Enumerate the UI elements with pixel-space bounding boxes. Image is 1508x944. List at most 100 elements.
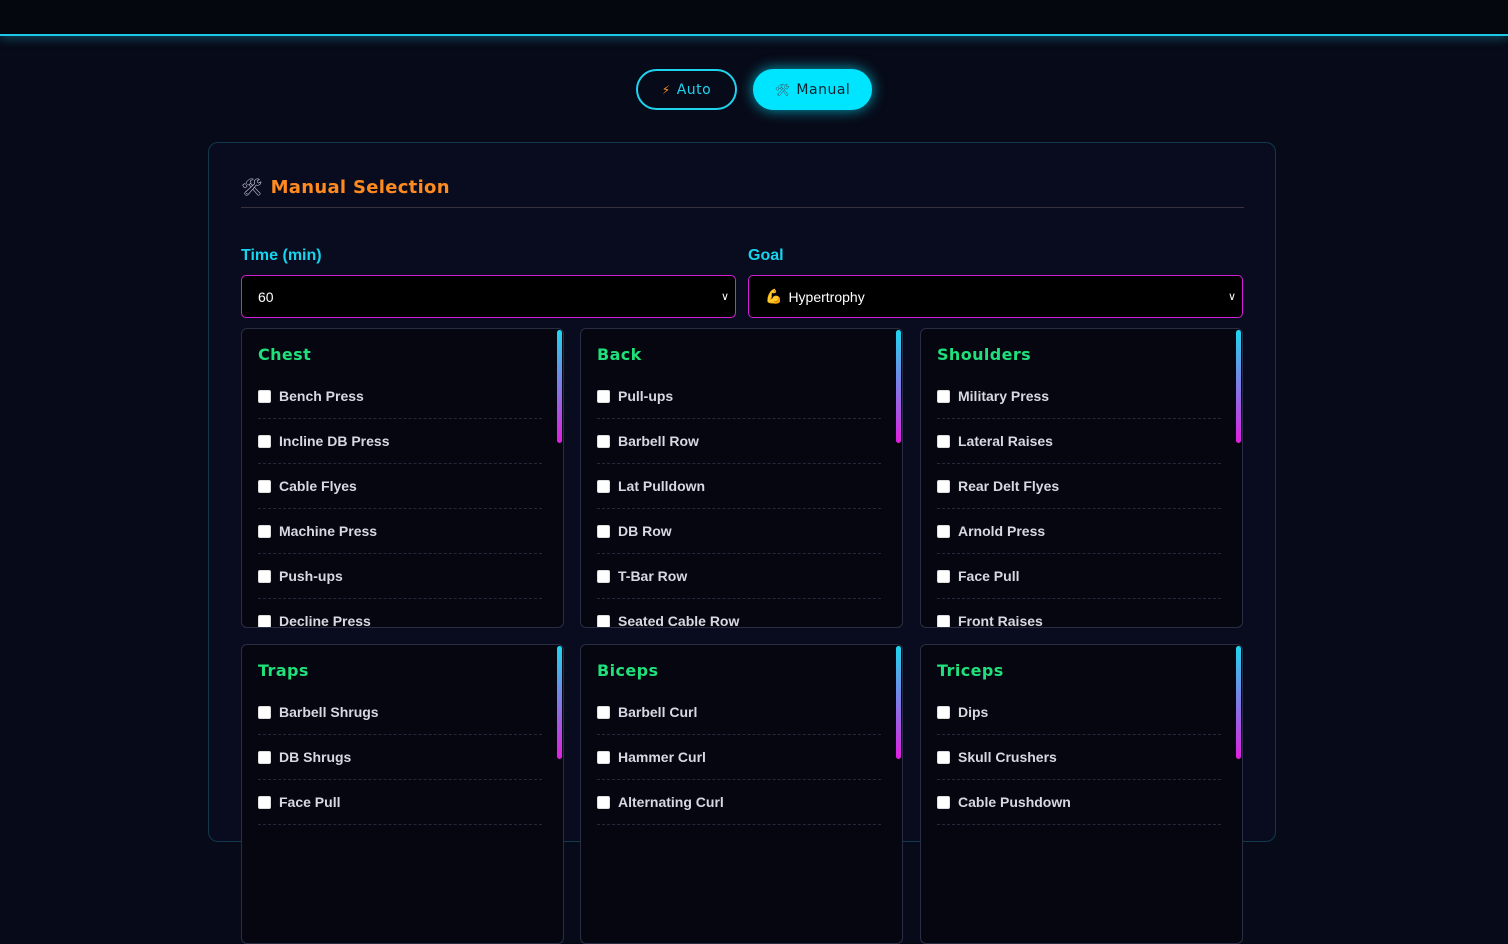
manual-mode-button[interactable]: 🛠 Manual	[753, 69, 872, 110]
exercise-label: Dips	[958, 704, 989, 720]
exercise-item[interactable]: DB Shrugs	[258, 735, 542, 780]
top-bar	[0, 0, 1508, 36]
muscle-group-title: Chest	[258, 345, 312, 364]
exercise-item[interactable]: Military Press	[937, 374, 1221, 419]
exercise-checkbox[interactable]	[258, 614, 271, 627]
scrollbar-thumb[interactable]	[557, 330, 562, 443]
exercise-checkbox[interactable]	[258, 434, 271, 448]
exercise-item[interactable]: Bench Press	[258, 374, 542, 419]
exercise-checkbox[interactable]	[597, 569, 610, 583]
exercise-item[interactable]: Skull Crushers	[937, 735, 1221, 780]
exercise-item[interactable]: Barbell Curl	[597, 690, 881, 735]
exercise-item[interactable]: T-Bar Row	[597, 554, 881, 599]
exercise-checkbox[interactable]	[258, 479, 271, 493]
exercise-checkbox[interactable]	[937, 524, 950, 538]
scrollbar-thumb[interactable]	[1236, 330, 1241, 443]
exercise-checkbox[interactable]	[937, 569, 950, 583]
exercise-checkbox[interactable]	[597, 750, 610, 764]
exercise-list: Dips Skull Crushers Cable Pushdown	[937, 690, 1221, 825]
exercise-list: Pull-ups Barbell Row Lat Pulldown DB Row T-B…	[597, 374, 881, 627]
scrollbar-thumb[interactable]	[896, 330, 901, 443]
exercise-checkbox[interactable]	[597, 705, 610, 719]
exercise-label: Barbell Curl	[618, 704, 698, 720]
exercise-list: Barbell Curl Hammer Curl Alternating Curl	[597, 690, 881, 825]
muscle-group-title: Back	[597, 345, 642, 364]
exercise-checkbox[interactable]	[258, 750, 271, 764]
exercise-label: Pull-ups	[618, 388, 674, 404]
goal-select-value: Hypertrophy	[788, 288, 865, 305]
exercise-checkbox[interactable]	[937, 389, 950, 403]
lightning-icon: ⚡	[661, 82, 671, 97]
exercise-item[interactable]: Dips	[937, 690, 1221, 735]
auto-mode-button[interactable]: ⚡ Auto	[636, 69, 737, 110]
exercise-label: Face Pull	[279, 794, 341, 810]
exercise-item[interactable]: Lat Pulldown	[597, 464, 881, 509]
exercise-checkbox[interactable]	[597, 389, 610, 403]
goal-select[interactable]: 💪 Hypertrophy ∨	[748, 275, 1243, 318]
muscle-group-card-4: Biceps Barbell Curl Hammer Curl Alternating…	[580, 644, 903, 944]
exercise-item[interactable]: Seated Cable Row	[597, 599, 881, 627]
tools-icon: 🛠	[241, 178, 263, 197]
exercise-checkbox[interactable]	[597, 524, 610, 538]
exercise-checkbox[interactable]	[937, 614, 950, 627]
exercise-checkbox[interactable]	[597, 434, 610, 448]
exercise-label: Military Press	[958, 388, 1050, 404]
exercise-item[interactable]: Pull-ups	[597, 374, 881, 419]
scrollbar-thumb[interactable]	[896, 646, 901, 759]
exercise-item[interactable]: Lateral Raises	[937, 419, 1221, 464]
exercise-label: DB Row	[618, 523, 672, 539]
panel-header: 🛠 Manual Selection	[241, 177, 1244, 208]
exercise-label: Lat Pulldown	[618, 478, 706, 494]
exercise-item[interactable]: Decline Press	[258, 599, 542, 627]
exercise-label: Rear Delt Flyes	[958, 478, 1060, 494]
exercise-item[interactable]: DB Row	[597, 509, 881, 554]
muscle-group-card-0: Chest Bench Press Incline DB Press Cable Fl…	[241, 328, 564, 628]
exercise-checkbox[interactable]	[258, 524, 271, 538]
exercise-checkbox[interactable]	[258, 389, 271, 403]
exercise-item[interactable]: Barbell Row	[597, 419, 881, 464]
exercise-item[interactable]: Machine Press	[258, 509, 542, 554]
exercise-label: Barbell Row	[618, 433, 699, 449]
scrollbar-thumb[interactable]	[1236, 646, 1241, 759]
exercise-checkbox[interactable]	[258, 795, 271, 809]
goal-label: Goal	[748, 247, 784, 264]
exercise-checkbox[interactable]	[937, 750, 950, 764]
exercise-checkbox[interactable]	[937, 479, 950, 493]
muscle-group-title: Shoulders	[937, 345, 1032, 364]
exercise-item[interactable]: Incline DB Press	[258, 419, 542, 464]
exercise-checkbox[interactable]	[937, 795, 950, 809]
exercise-item[interactable]: Front Raises	[937, 599, 1221, 627]
exercise-item[interactable]: Cable Pushdown	[937, 780, 1221, 825]
exercise-checkbox[interactable]	[258, 705, 271, 719]
exercise-item[interactable]: Barbell Shrugs	[258, 690, 542, 735]
exercise-checkbox[interactable]	[597, 479, 610, 493]
exercise-checkbox[interactable]	[597, 795, 610, 809]
exercise-item[interactable]: Push-ups	[258, 554, 542, 599]
exercise-item[interactable]: Hammer Curl	[597, 735, 881, 780]
exercise-item[interactable]: Face Pull	[937, 554, 1221, 599]
time-select[interactable]: 60 ∨	[241, 275, 736, 318]
auto-mode-label: Auto	[676, 81, 712, 98]
manual-mode-label: Manual	[796, 81, 851, 98]
manual-selection-panel: 🛠 Manual Selection Time (min) 60 ∨ Goal …	[208, 142, 1276, 944]
exercise-checkbox[interactable]	[258, 569, 271, 583]
muscle-group-title: Triceps	[937, 661, 1004, 680]
exercise-label: Alternating Curl	[618, 794, 724, 810]
exercise-checkbox[interactable]	[937, 434, 950, 448]
exercise-checkbox[interactable]	[597, 614, 610, 627]
time-label: Time (min)	[241, 247, 322, 264]
exercise-list: Barbell Shrugs DB Shrugs Face Pull	[258, 690, 542, 825]
muscle-group-card-2: Shoulders Military Press Lateral Raises Rea…	[920, 328, 1243, 628]
exercise-item[interactable]: Arnold Press	[937, 509, 1221, 554]
exercise-item[interactable]: Face Pull	[258, 780, 542, 825]
exercise-label: Barbell Shrugs	[279, 704, 379, 720]
flexed-biceps-icon: 💪	[765, 288, 783, 304]
exercise-item[interactable]: Rear Delt Flyes	[937, 464, 1221, 509]
exercise-item[interactable]: Alternating Curl	[597, 780, 881, 825]
muscle-group-card-5: Triceps Dips Skull Crushers Cable Pushdown	[920, 644, 1243, 944]
time-select-value: 60	[258, 288, 274, 305]
scrollbar-thumb[interactable]	[557, 646, 562, 759]
exercise-item[interactable]: Cable Flyes	[258, 464, 542, 509]
chevron-down-icon: ∨	[720, 291, 729, 303]
exercise-checkbox[interactable]	[937, 705, 950, 719]
